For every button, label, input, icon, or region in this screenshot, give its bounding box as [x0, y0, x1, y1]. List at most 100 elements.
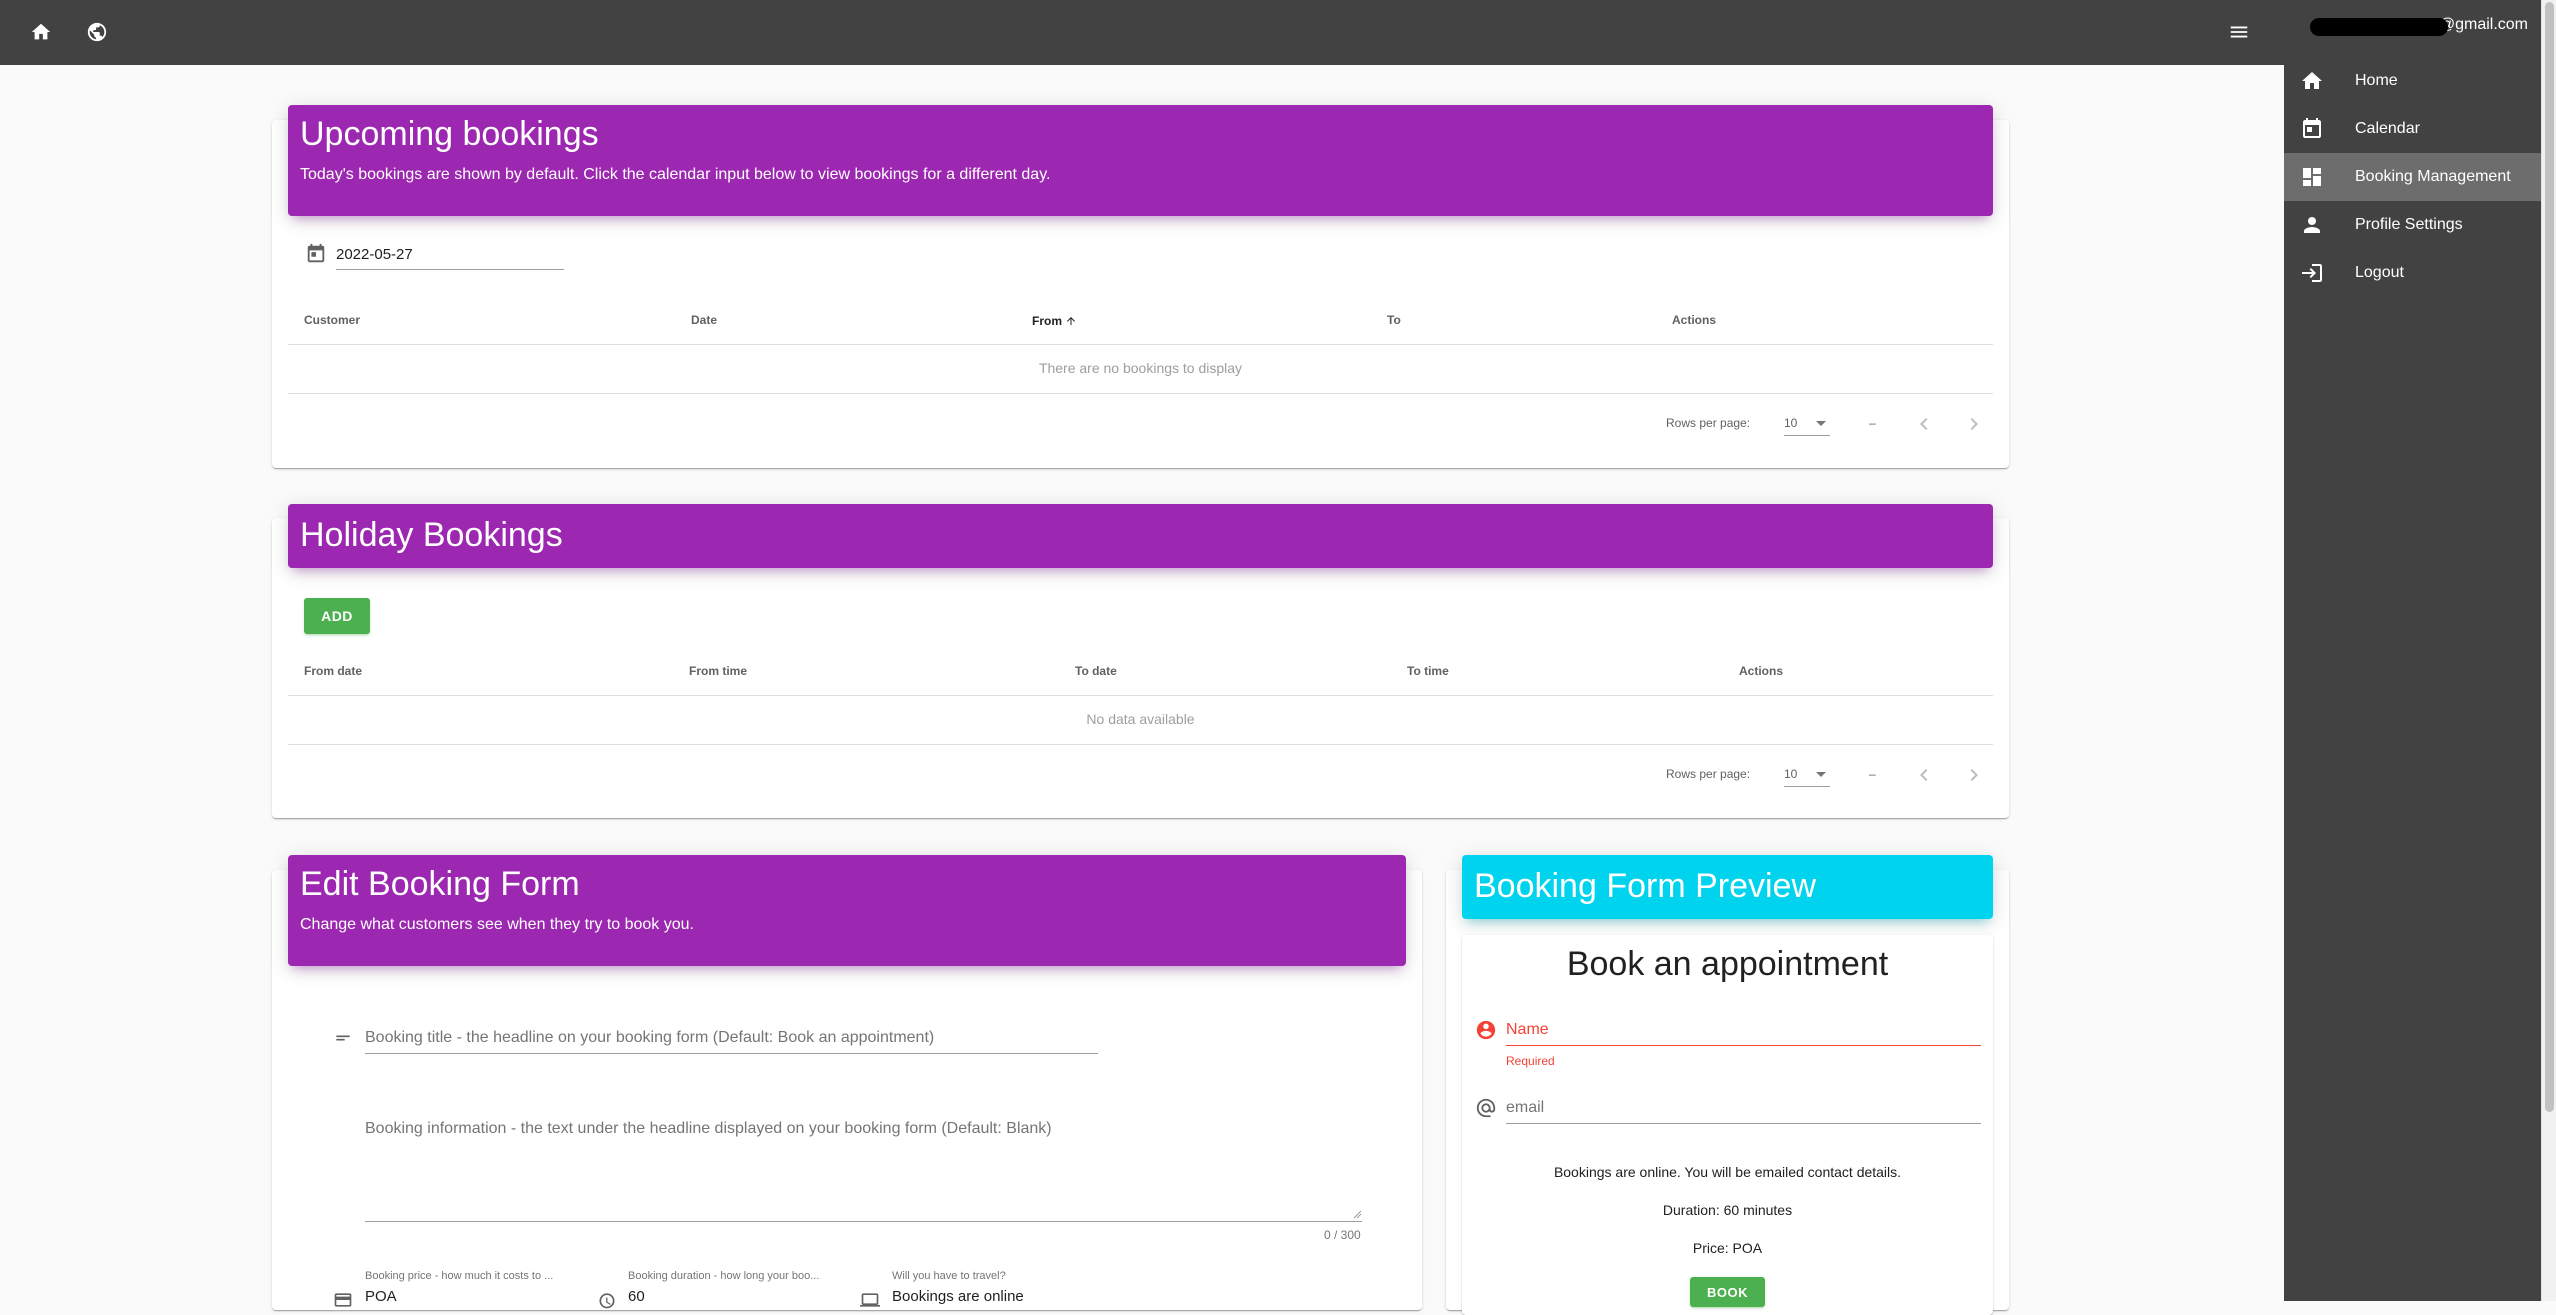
email-placeholder: email — [1506, 1099, 1545, 1116]
book-button[interactable]: BOOK — [1690, 1277, 1765, 1307]
rows-per-page-label: Rows per page: — [1666, 767, 1751, 781]
col-actions: Actions — [1739, 664, 1784, 678]
app-bar — [0, 0, 2284, 65]
at-sign-icon — [1476, 1098, 1496, 1118]
booking-date-input[interactable]: 2022-05-27 — [336, 240, 564, 270]
nav-item-logout[interactable]: Logout — [2284, 249, 2541, 297]
name-placeholder: Name — [1506, 1021, 1549, 1038]
resize-handle-icon[interactable] — [1352, 1209, 1362, 1219]
nav-item-booking-management[interactable]: Booking Management — [2284, 153, 2541, 201]
preview-email-input[interactable]: email — [1506, 1090, 1981, 1124]
dashboard-icon — [2303, 168, 2321, 186]
nav-label: Booking Management — [2355, 168, 2511, 185]
edit-booking-form-subtitle: Change what customers see when they try … — [300, 916, 694, 933]
rows-per-page-value: 10 — [1784, 416, 1798, 430]
col-customer[interactable]: Customer — [304, 313, 360, 327]
nav-label: Profile Settings — [2355, 216, 2463, 233]
calendar-icon — [307, 243, 325, 263]
divider — [288, 344, 1993, 345]
upcoming-pagination: Rows per page: 10 – — [1666, 416, 1996, 436]
chevron-down-icon — [1816, 421, 1826, 426]
add-holiday-button[interactable]: ADD — [304, 598, 370, 634]
preview-name-input[interactable]: Name — [1506, 1012, 1981, 1046]
empty-bookings-message: There are no bookings to display — [1038, 360, 1243, 376]
logout-icon — [2302, 264, 2322, 282]
price-label: Booking price - how much it costs to ... — [365, 1270, 554, 1282]
upcoming-bookings-title: Upcoming bookings — [300, 115, 599, 153]
duration-value[interactable]: 60 — [628, 1288, 645, 1305]
travel-value[interactable]: Bookings are online — [892, 1288, 1024, 1305]
rows-per-page-label: Rows per page: — [1666, 416, 1751, 430]
nav-label: Home — [2355, 72, 2398, 89]
nav-drawer: @gmail.com Home Calendar Booking Managem… — [2284, 0, 2541, 1301]
edit-booking-form-header: Edit Booking Form Change what customers … — [288, 855, 1406, 966]
home-icon[interactable] — [26, 17, 56, 47]
email-suffix: @gmail.com — [2438, 16, 2528, 33]
col-from[interactable]: From — [1032, 313, 1077, 328]
col-to-time[interactable]: To time — [1407, 664, 1449, 678]
col-from-date[interactable]: From date — [304, 664, 362, 678]
chevron-left-icon[interactable] — [1912, 412, 1936, 436]
price-value[interactable]: POA — [365, 1288, 397, 1305]
duration-label: Booking duration - how long your boo... — [628, 1270, 820, 1282]
rows-per-page-value: 10 — [1784, 767, 1798, 781]
chevron-right-icon[interactable] — [1962, 412, 1986, 436]
chevron-down-icon — [1816, 772, 1826, 777]
nav-item-calendar[interactable]: Calendar — [2284, 105, 2541, 153]
nav-label: Logout — [2355, 264, 2404, 281]
payment-icon — [334, 1293, 352, 1307]
booking-title-input[interactable]: Booking title - the headline on your boo… — [365, 1020, 1098, 1054]
upcoming-table-header: Customer Date From To Actions — [288, 313, 1993, 333]
upcoming-bookings-header: Upcoming bookings Today's bookings are s… — [288, 105, 1993, 216]
col-to[interactable]: To — [1387, 313, 1401, 327]
calendar-icon — [2303, 118, 2321, 138]
short-text-icon — [336, 1035, 350, 1041]
upcoming-bookings-subtitle: Today's bookings are shown by default. C… — [300, 166, 1051, 183]
holiday-bookings-header: Holiday Bookings — [288, 504, 1993, 568]
holiday-pagination: Rows per page: 10 – — [1666, 767, 1996, 787]
char-counter: 0 / 300 — [1324, 1228, 1361, 1242]
nav-label: Calendar — [2355, 120, 2420, 137]
nav-item-home[interactable]: Home — [2284, 57, 2541, 105]
holiday-table-header: From date From time To date To time Acti… — [288, 664, 1993, 684]
travel-label: Will you have to travel? — [892, 1270, 1006, 1282]
chevron-left-icon[interactable] — [1912, 763, 1936, 787]
col-from-label: From — [1032, 314, 1062, 328]
nav-item-profile-settings[interactable]: Profile Settings — [2284, 201, 2541, 249]
scrollbar-thumb[interactable] — [2545, 2, 2554, 1112]
divider — [288, 695, 1993, 696]
alarm-icon — [599, 1293, 615, 1309]
divider — [288, 744, 1993, 745]
person-icon — [2304, 217, 2320, 233]
sort-arrow-up-icon — [1067, 317, 1076, 325]
redacted-email-prefix — [2310, 18, 2448, 36]
name-error-text: Required — [1506, 1054, 1555, 1068]
booking-info-textarea[interactable]: Booking information - the text under the… — [365, 1118, 1362, 1222]
page-scrollbar[interactable] — [2541, 0, 2556, 1301]
booking-date-value: 2022-05-27 — [336, 246, 413, 263]
account-circle-icon — [1476, 1020, 1496, 1040]
col-date[interactable]: Date — [691, 313, 717, 327]
col-from-time[interactable]: From time — [689, 664, 747, 678]
col-to-date[interactable]: To date — [1075, 664, 1117, 678]
globe-icon[interactable] — [82, 17, 112, 47]
preview-heading: Book an appointment — [1566, 945, 1889, 983]
empty-holiday-message: No data available — [1086, 711, 1195, 727]
duration-text: Duration: 60 minutes — [1662, 1202, 1793, 1218]
edit-booking-form-title: Edit Booking Form — [300, 865, 580, 903]
page-range: – — [1869, 416, 1876, 430]
preview-form-card — [1462, 935, 1993, 1315]
booking-info-placeholder: Booking information - the text under the… — [365, 1120, 1052, 1137]
page-range: – — [1869, 767, 1876, 781]
col-actions: Actions — [1672, 313, 1717, 327]
booking-form-preview-header: Booking Form Preview — [1462, 855, 1993, 919]
booking-title-placeholder: Booking title - the headline on your boo… — [365, 1029, 935, 1046]
chevron-right-icon[interactable] — [1962, 763, 1986, 787]
rows-per-page-select[interactable]: 10 — [1784, 765, 1830, 787]
holiday-bookings-title: Holiday Bookings — [300, 516, 563, 554]
online-info-text: Bookings are online. You will be emailed… — [1553, 1164, 1902, 1180]
booking-form-preview-title: Booking Form Preview — [1474, 867, 1817, 905]
menu-icon[interactable] — [2224, 17, 2254, 47]
rows-per-page-select[interactable]: 10 — [1784, 414, 1830, 436]
user-email: @gmail.com — [2298, 14, 2528, 36]
